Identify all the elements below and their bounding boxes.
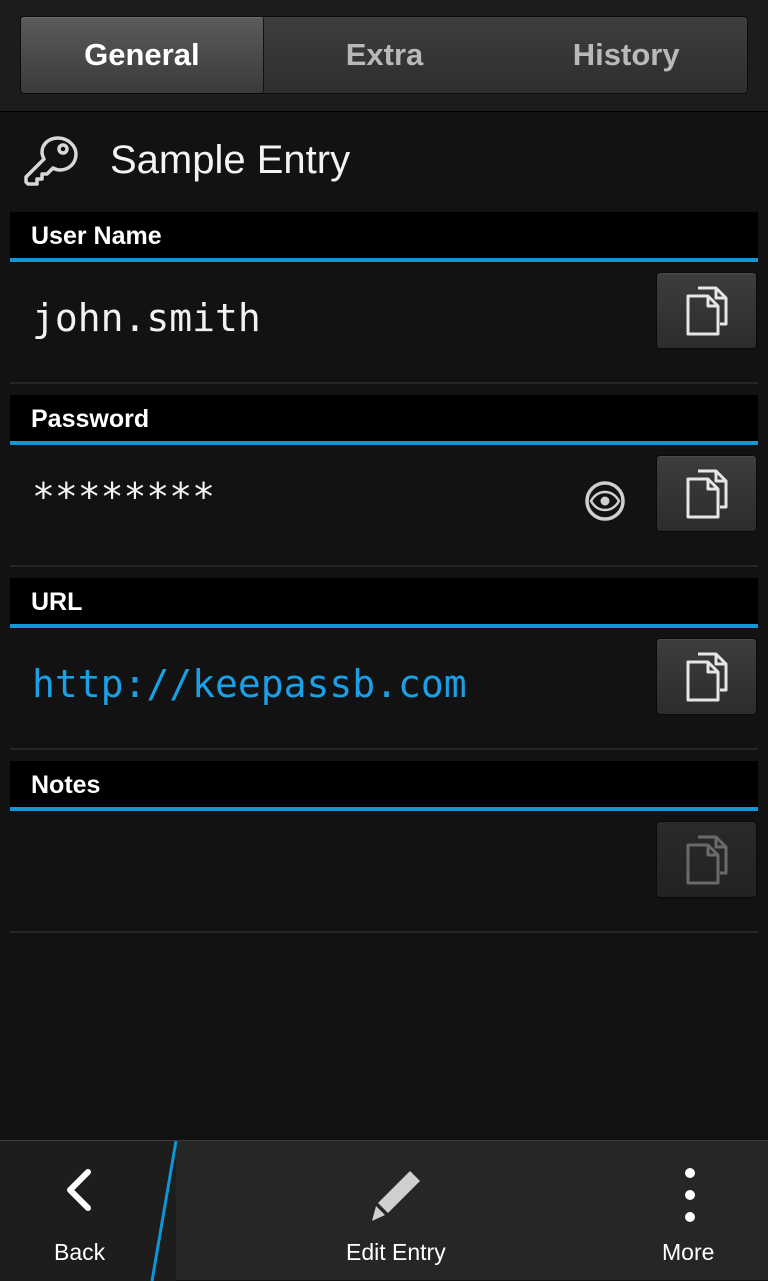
username-value[interactable]: john.smith [32, 296, 261, 340]
copy-password-button[interactable] [656, 455, 757, 532]
action-bar: Back Edit Entry More [0, 1140, 768, 1281]
divider [10, 748, 758, 750]
eye-icon[interactable] [583, 479, 627, 523]
password-value[interactable]: ******** [32, 475, 215, 519]
copy-url-button[interactable] [656, 638, 757, 715]
pencil-icon [372, 1171, 420, 1221]
more-label: More [662, 1239, 715, 1265]
copy-icon [686, 286, 727, 335]
copy-icon [686, 835, 727, 884]
top-bar: General Extra History [0, 0, 768, 112]
field-label: Notes [31, 771, 101, 799]
divider [10, 565, 758, 567]
chevron-left-icon [67, 1169, 91, 1211]
field-header: Password [10, 395, 758, 445]
entry-header: Sample Entry [0, 112, 768, 212]
field-label: Password [31, 405, 150, 433]
copy-icon [686, 652, 727, 701]
divider [10, 382, 758, 384]
field-header: Notes [10, 761, 758, 811]
field-label: URL [31, 588, 83, 616]
tab-history[interactable]: History [505, 17, 747, 93]
field-header: URL [10, 578, 758, 628]
tab-general[interactable]: General [21, 17, 264, 93]
copy-icon [686, 469, 727, 518]
field-username: User Name john.smith [0, 212, 768, 384]
copy-username-button[interactable] [656, 272, 757, 349]
more-button[interactable]: More [640, 1141, 768, 1281]
back-label: Back [54, 1239, 106, 1265]
back-button[interactable]: Back [0, 1141, 158, 1281]
field-header: User Name [10, 212, 758, 262]
field-label: User Name [31, 222, 162, 250]
key-icon [24, 136, 78, 186]
divider [10, 931, 758, 933]
tab-extra[interactable]: Extra [264, 17, 506, 93]
segmented-tabs: General Extra History [20, 16, 748, 94]
edit-entry-button[interactable]: Edit Entry [300, 1141, 490, 1281]
more-dots-icon [685, 1168, 695, 1222]
copy-notes-button[interactable] [656, 821, 757, 898]
field-url: URL http://keepassb.com [0, 578, 768, 750]
field-password: Password ******** [0, 395, 768, 567]
url-link[interactable]: http://keepassb.com [32, 662, 467, 706]
entry-title: Sample Entry [110, 138, 351, 182]
edit-entry-label: Edit Entry [346, 1239, 446, 1265]
field-notes: Notes [0, 761, 768, 933]
